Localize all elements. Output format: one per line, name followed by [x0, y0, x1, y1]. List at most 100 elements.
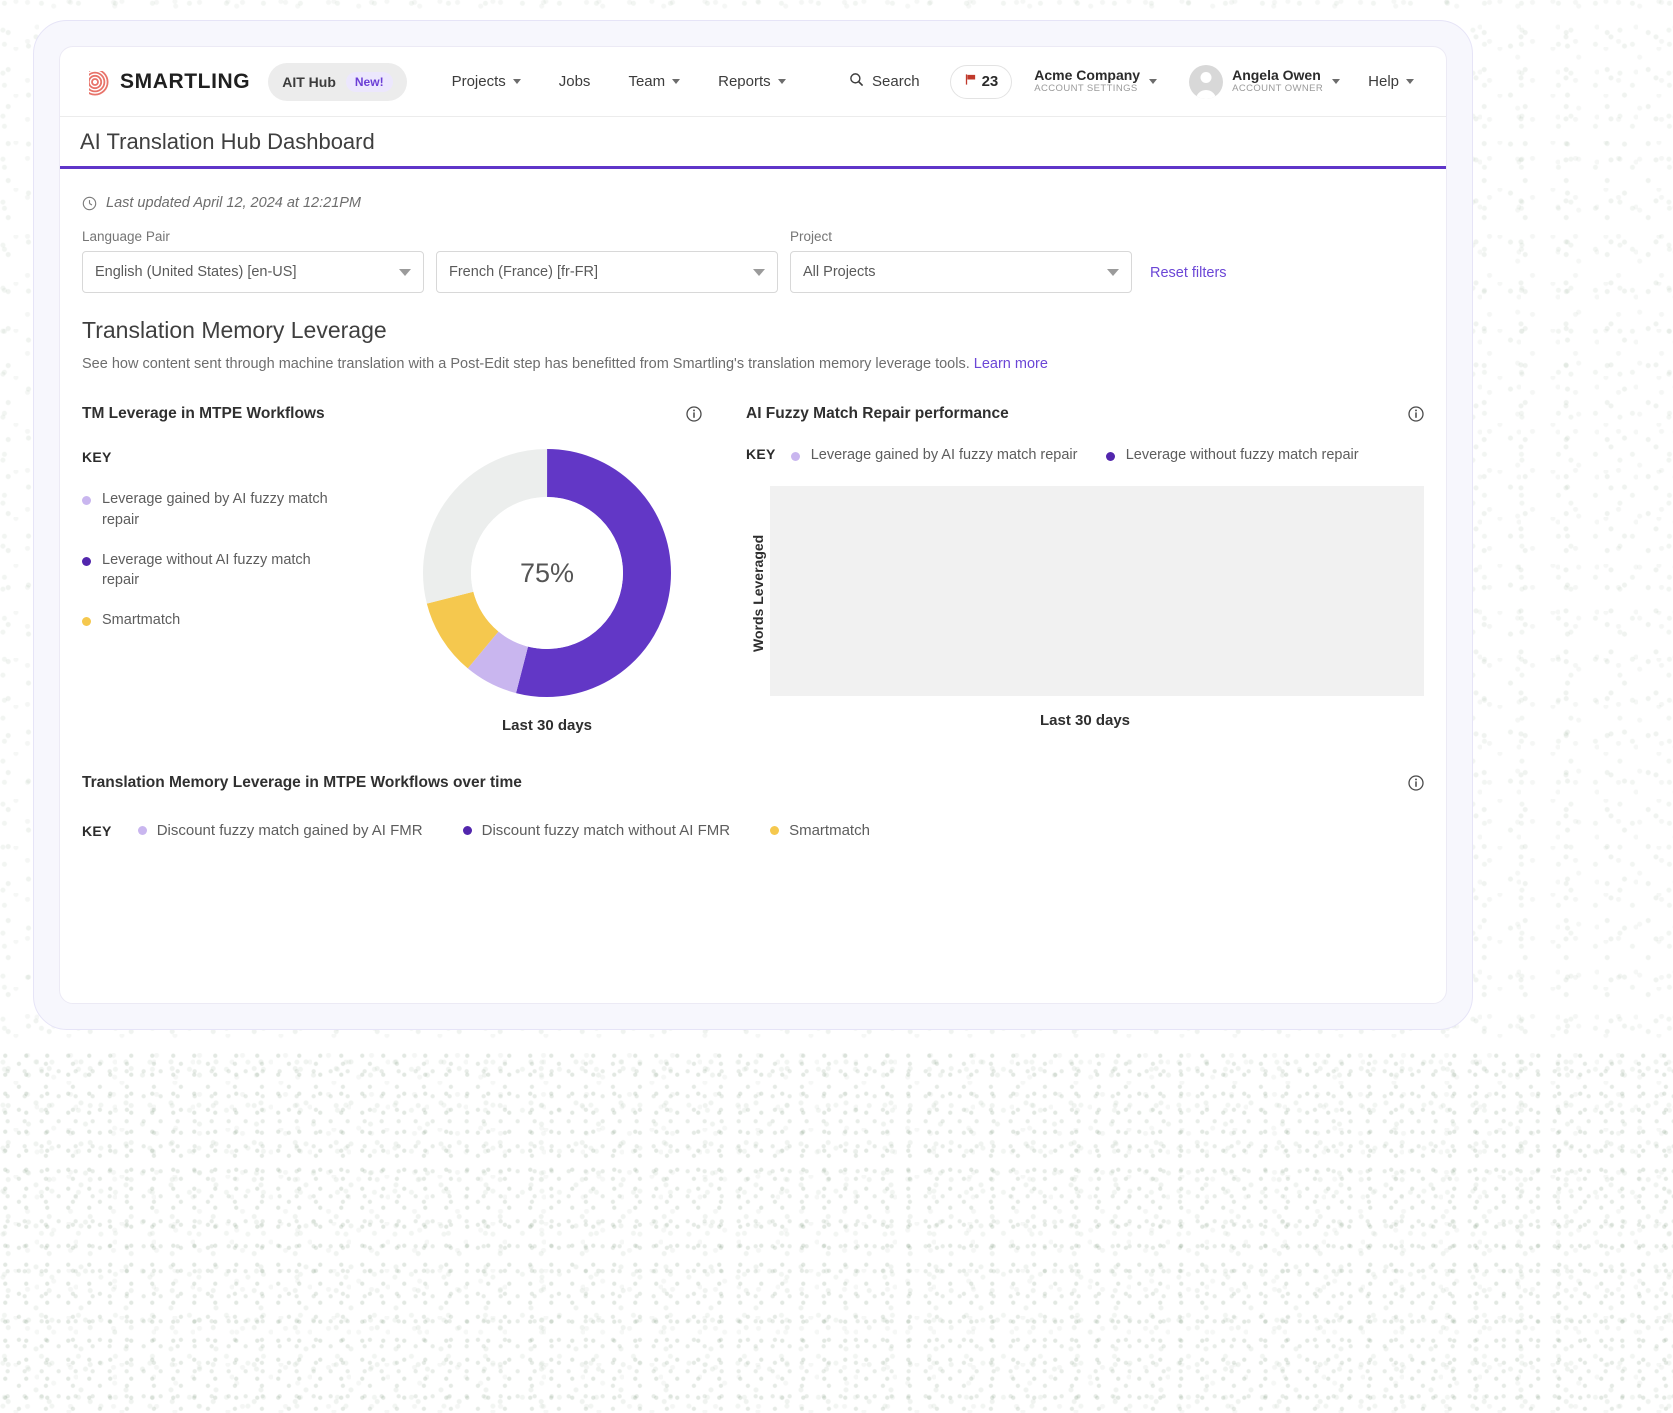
legend-item-smartmatch: Smartmatch — [82, 610, 392, 631]
tm-leverage-panel-title: TM Leverage in MTPE Workflows — [82, 405, 325, 423]
page-content: Last updated April 12, 2024 at 12:21PM L… — [60, 169, 1446, 839]
help-menu[interactable]: Help — [1358, 65, 1424, 98]
over-time-legend-item-without: Discount fuzzy match without AI FMR — [462, 822, 731, 840]
search-label: Search — [872, 73, 920, 90]
info-icon[interactable] — [686, 406, 702, 423]
ait-hub-label: AIT Hub — [282, 73, 336, 90]
tm-leverage-body: KEY Leverage gained by AI fuzzy match re… — [82, 449, 702, 734]
fmr-legend-item-gained: Leverage gained by AI fuzzy match repair — [790, 445, 1091, 466]
language-pair-group: Language Pair English (United States) [e… — [82, 229, 424, 293]
donut-center-value: 75% — [519, 557, 575, 588]
fmr-legend-item-gained-label: Leverage gained by AI fuzzy match repair — [810, 447, 1078, 464]
primary-nav-items: Projects Jobs Team Reports — [433, 65, 805, 98]
nav-item-jobs[interactable]: Jobs — [540, 65, 610, 98]
chevron-down-icon — [1107, 268, 1119, 276]
fmr-bar-chart-area: Words Leveraged — [746, 486, 1424, 697]
reset-filters-link[interactable]: Reset filters — [1150, 265, 1227, 281]
flag-icon — [964, 73, 977, 91]
language-pair-label: Language Pair — [82, 229, 170, 244]
legend-item-without: Leverage without AI fuzzy match repair — [82, 550, 392, 591]
over-time-panel-title: Translation Memory Leverage in MTPE Work… — [82, 774, 522, 792]
over-time-legend-item-smartmatch: Smartmatch — [770, 822, 870, 839]
fmr-legend-item-without: Leverage without fuzzy match repair — [1105, 445, 1406, 466]
background-speckle-bottom — [0, 1050, 1673, 1413]
brand-name: SMARTLING — [120, 69, 251, 93]
filters-row: Language Pair English (United States) [e… — [82, 229, 1424, 293]
bar-group — [928, 486, 954, 696]
nav-item-projects-label: Projects — [451, 73, 506, 90]
search-button[interactable]: Search — [835, 64, 934, 99]
learn-more-link[interactable]: Learn more — [974, 356, 1048, 372]
bar-group — [1032, 486, 1058, 696]
last-updated-text: Last updated April 12, 2024 at 12:21PM — [106, 195, 362, 211]
info-icon[interactable] — [1408, 406, 1424, 423]
account-menu[interactable]: Acme Company ACCOUNT SETTINGS — [1034, 68, 1158, 94]
bar-group — [1266, 486, 1292, 696]
nav-item-projects[interactable]: Projects — [433, 65, 540, 98]
account-name: Acme Company — [1034, 67, 1141, 84]
new-badge: New! — [345, 71, 393, 92]
nav-item-reports[interactable]: Reports — [699, 65, 805, 98]
page-title: AI Translation Hub Dashboard — [80, 128, 375, 154]
source-language-select[interactable]: English (United States) [en-US] — [82, 251, 424, 293]
legend-dot-dark-purple — [1105, 452, 1115, 462]
top-navigation-bar: SMARTLING AIT Hub New! Projects Jobs Tea… — [60, 47, 1446, 117]
page-title-bar: AI Translation Hub Dashboard — [60, 117, 1446, 169]
info-icon[interactable] — [1408, 775, 1424, 792]
ait-hub-pill[interactable]: AIT Hub New! — [268, 62, 407, 101]
nav-item-jobs-label: Jobs — [558, 73, 591, 90]
chevron-down-icon — [1332, 79, 1341, 84]
bar-group — [1084, 486, 1110, 696]
bar-group — [902, 486, 928, 696]
legend-key-label: KEY — [82, 449, 112, 466]
tm-leverage-legend: KEY Leverage gained by AI fuzzy match re… — [82, 449, 392, 734]
bar-group — [1110, 486, 1136, 696]
legend-dot-light-purple — [790, 452, 800, 462]
bar-group — [1318, 486, 1344, 696]
chevron-down-icon — [1149, 78, 1158, 84]
bar-group — [1162, 486, 1188, 696]
source-language-value: English (United States) [en-US] — [95, 264, 297, 280]
over-time-legend-item-without-label: Discount fuzzy match without AI FMR — [481, 822, 731, 840]
section-description-text: See how content sent through machine tra… — [82, 356, 970, 372]
section-title: Translation Memory Leverage — [82, 317, 387, 343]
project-group: Project All Projects — [790, 229, 1132, 293]
donut-center: 75% — [471, 497, 623, 650]
over-time-panel-head: Translation Memory Leverage in MTPE Work… — [82, 768, 1424, 792]
brand-logo[interactable]: SMARTLING — [80, 66, 251, 97]
bar-group — [1396, 486, 1422, 696]
bar-group — [1188, 486, 1214, 696]
fmr-y-axis-label: Words Leveraged — [750, 534, 766, 652]
chevron-down-icon — [777, 79, 786, 84]
legend-item-gained-label: Leverage gained by AI fuzzy match repair — [102, 491, 328, 529]
bar-group — [824, 486, 850, 696]
fmr-bar-chart-plot — [770, 486, 1424, 697]
legend-dot-yellow — [82, 616, 91, 626]
project-select[interactable]: All Projects — [790, 251, 1132, 293]
fmr-legend-key-label: KEY — [746, 446, 776, 463]
bar-group — [1370, 486, 1396, 696]
over-time-legend-item-gained-label: Discount fuzzy match gained by AI FMR — [156, 822, 423, 840]
bar-group — [954, 486, 980, 696]
bar-group — [850, 486, 876, 696]
clock-icon — [82, 196, 97, 211]
project-value: All Projects — [803, 264, 876, 280]
user-menu[interactable]: Angela Owen ACCOUNT OWNER — [1179, 64, 1341, 99]
section-description: See how content sent through machine tra… — [82, 353, 1382, 375]
fmr-legend: KEY Leverage gained by AI fuzzy match re… — [746, 445, 1424, 466]
nav-item-team[interactable]: Team — [609, 65, 699, 98]
donut-chart: 75% — [423, 449, 671, 698]
legend-list: Leverage gained by AI fuzzy match repair… — [82, 489, 392, 630]
fmr-performance-panel-head: AI Fuzzy Match Repair performance — [746, 405, 1424, 423]
bar-group — [772, 486, 798, 696]
bar-group — [798, 486, 824, 696]
avatar — [1189, 64, 1224, 99]
bar-group — [1344, 486, 1370, 696]
chevron-down-icon — [399, 268, 411, 276]
flagged-items-button[interactable]: 23 — [949, 64, 1013, 99]
account-text: Acme Company ACCOUNT SETTINGS — [1034, 68, 1140, 94]
target-language-select[interactable]: French (France) [fr-FR] — [436, 251, 778, 293]
donut-chart-wrap: 75% Last 30 days — [392, 449, 702, 734]
chevron-down-icon — [1406, 79, 1414, 84]
